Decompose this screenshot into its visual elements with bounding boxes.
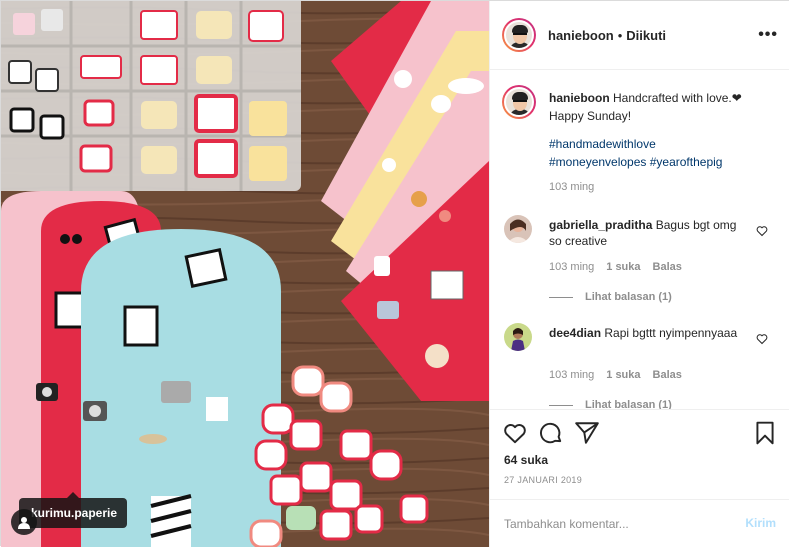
comment-meta: 103 ming 1 suka Balas xyxy=(549,261,682,273)
view-replies-button[interactable]: Lihat balasan (1) xyxy=(549,399,672,409)
comment-likes[interactable]: 1 suka xyxy=(606,369,640,381)
caption-avatar[interactable] xyxy=(502,85,536,119)
caption-username[interactable]: hanieboon xyxy=(549,91,610,105)
hashtag-line-1[interactable]: #handmadewithlove xyxy=(549,135,779,153)
add-comment-bar: Kirim xyxy=(490,499,789,547)
comment-like-icon[interactable] xyxy=(756,225,768,237)
header-separator: • xyxy=(617,27,623,43)
author-username[interactable]: hanieboon xyxy=(548,28,614,43)
view-replies-button[interactable]: Lihat balasan (1) xyxy=(549,291,672,303)
comment-likes[interactable]: 1 suka xyxy=(606,261,640,273)
comment-input[interactable] xyxy=(504,514,734,534)
caption-time[interactable]: 103 ming xyxy=(549,181,594,193)
reply-button[interactable]: Balas xyxy=(653,261,682,273)
sticker-box xyxy=(1,1,301,191)
comment-text: gabriella_praditha Bagus bgt omg so crea… xyxy=(549,218,737,248)
commenter-avatar[interactable] xyxy=(504,215,532,243)
author-avatar[interactable] xyxy=(502,18,536,52)
post-date[interactable]: 27 JANUARI 2019 xyxy=(504,475,582,485)
action-bar: 64 suka 27 JANUARI 2019 xyxy=(490,409,789,499)
comment-meta: 103 ming 1 suka Balas xyxy=(549,369,682,381)
likes-count[interactable]: 64 suka xyxy=(504,453,548,467)
bookmark-icon[interactable] xyxy=(752,420,778,446)
comment-username[interactable]: dee4dian xyxy=(549,326,601,340)
comment-icon[interactable] xyxy=(538,420,564,446)
comment-time[interactable]: 103 ming xyxy=(549,261,594,273)
comment-text: dee4dian Rapi bgttt nyimpennyaaa xyxy=(549,326,738,340)
comment-time[interactable]: 103 ming xyxy=(549,369,594,381)
more-options-icon[interactable]: ••• xyxy=(758,27,778,43)
post-photo[interactable]: kurimu.paperie xyxy=(1,1,489,547)
commenter-avatar[interactable] xyxy=(504,323,532,351)
envelopes-illustration xyxy=(1,1,489,547)
reply-button[interactable]: Balas xyxy=(653,369,682,381)
comment-like-icon[interactable] xyxy=(756,333,768,345)
comments-list[interactable]: hanieboon Handcrafted with love.❤︎ Happy… xyxy=(490,71,789,409)
post-comment-button[interactable]: Kirim xyxy=(745,516,776,530)
user-tag-icon[interactable] xyxy=(11,509,37,535)
caption-text: hanieboon Handcrafted with love.❤︎ Happy… xyxy=(549,89,779,171)
comment-username[interactable]: gabriella_praditha xyxy=(549,218,652,232)
hashtag-line-2[interactable]: #moneyenvelopes #yearofthepig xyxy=(549,153,779,171)
follow-button[interactable]: Diikuti xyxy=(626,28,666,43)
share-icon[interactable] xyxy=(574,420,600,446)
post-header: hanieboon • Diikuti ••• xyxy=(490,1,789,70)
post-side-panel: hanieboon • Diikuti ••• hanieboon Handcr… xyxy=(489,1,789,547)
like-icon[interactable] xyxy=(502,420,528,446)
post-dialog: kurimu.paperie hanieboon • Diikuti ••• h… xyxy=(0,0,789,547)
